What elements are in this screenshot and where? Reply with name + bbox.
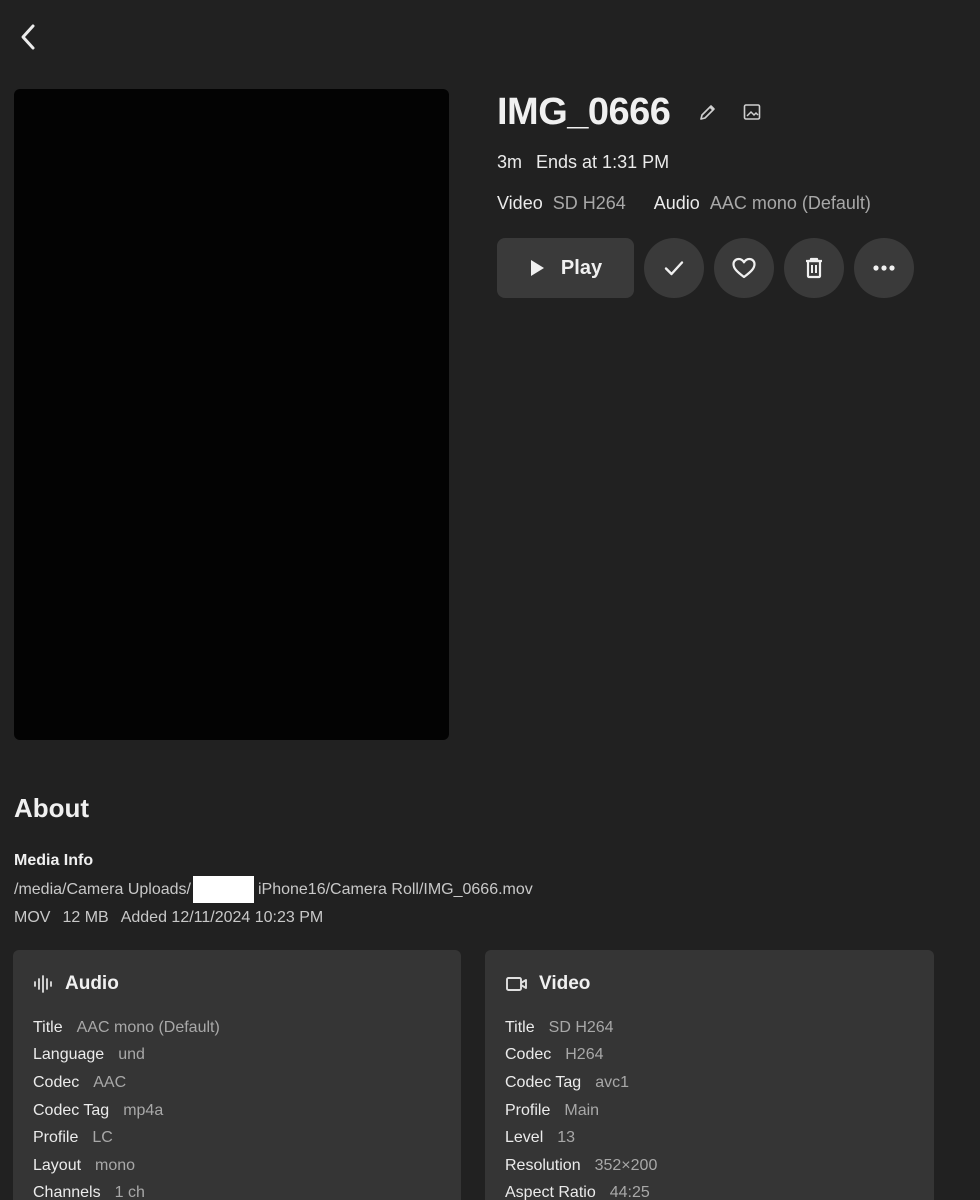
table-row: Codec Tag mp4a [33,1097,441,1125]
media-info-heading: Media Info [14,852,94,869]
table-row: Title AAC mono (Default) [33,1014,441,1042]
delete-button[interactable] [784,238,844,298]
waveform-icon [34,975,52,993]
row-value: avc1 [595,1073,629,1091]
pencil-icon [700,105,716,120]
row-value: 13 [557,1129,576,1147]
audio-stream-value: AAC mono (Default) [709,193,871,213]
runtime: 3m [497,152,523,172]
row-value: und [118,1046,145,1064]
row-key: Profile [505,1101,551,1119]
table-row: Layout mono [33,1152,441,1180]
video-stream-card: Video Title SD H264 Codec H264 Codec Tag av… [485,950,934,1200]
edit-images-button[interactable] [736,96,768,128]
row-key: Codec Tag [505,1073,582,1091]
row-key: Aspect Ratio [505,1184,596,1200]
file-path-start: /media/Camera Uploads/ [14,880,191,898]
row-value: AAC mono (Default) [76,1018,220,1036]
audio-rows: Title AAC mono (Default) Language und Code… [33,1014,441,1200]
video-poster[interactable] [14,89,449,740]
row-value: 1 ch [114,1184,145,1200]
image-icon [744,104,761,120]
row-key: Codec [33,1073,80,1091]
row-key: Codec Tag [33,1101,110,1119]
edit-button[interactable] [692,96,724,128]
file-path-end: iPhone16/Camera Roll/IMG_0666.mov [257,880,533,898]
file-path: /media/Camera Uploads/ iPhone16/Camera R… [14,876,914,903]
mark-played-button[interactable] [644,238,704,298]
row-value: 44:25 [609,1184,650,1200]
date-added: Added 12/11/2024 10:23 PM [120,909,324,926]
table-row: Codec Tag avc1 [505,1069,914,1097]
end-time: Ends at 1:31 PM [536,152,670,172]
table-row: Language und [33,1042,441,1070]
row-key: Language [33,1046,105,1064]
row-key: Codec [505,1046,552,1064]
play-label: Play [560,256,603,279]
file-size: 12 MB [62,909,109,926]
table-row: Level 13 [505,1124,914,1152]
video-rows: Title SD H264 Codec H264 Codec Tag avc1 Pro… [505,1014,914,1200]
favorite-button[interactable] [714,238,774,298]
play-icon [530,260,544,276]
table-row: Title SD H264 [505,1014,914,1042]
chevron-left-icon [21,24,35,50]
row-key: Channels [33,1184,101,1200]
row-key: Title [505,1018,535,1036]
video-stream-value: SD H264 [552,193,626,213]
play-button[interactable]: Play [497,238,634,298]
table-row: Channels 1 ch [33,1180,441,1200]
row-key: Level [505,1129,544,1147]
item-details: IMG_0666 3m Ends at 1:31 PM Video SD H26… [497,88,967,298]
more-icon [873,265,895,271]
table-row: Codec AAC [33,1069,441,1097]
row-value: LC [92,1129,113,1147]
media-info: Media Info /media/Camera Uploads/ iPhone… [14,852,914,927]
table-row: Aspect Ratio 44:25 [505,1180,914,1200]
heart-icon [732,257,756,279]
row-value: mp4a [123,1101,164,1119]
file-meta: MOV 12 MB Added 12/11/2024 10:23 PM [14,909,914,927]
row-key: Title [33,1018,63,1036]
table-row: Profile LC [33,1124,441,1152]
row-value: H264 [565,1046,604,1064]
video-camera-icon [506,977,527,991]
audio-stream-card: Audio Title AAC mono (Default) Language un… [13,950,461,1200]
container-format: MOV [14,909,51,926]
audio-card-title: Audio [65,973,119,994]
video-stream-label: Video [497,193,543,213]
action-bar: Play [497,238,967,298]
row-value: SD H264 [548,1018,614,1036]
more-button[interactable] [854,238,914,298]
audio-stream-label: Audio [653,193,700,213]
row-value: Main [564,1101,600,1119]
item-details-page: IMG_0666 3m Ends at 1:31 PM Video SD H26… [0,0,980,1200]
runtime-line: 3m Ends at 1:31 PM [497,152,967,173]
row-value: AAC [93,1073,127,1091]
table-row: Resolution 352×200 [505,1152,914,1180]
item-title: IMG_0666 [497,90,671,133]
row-key: Layout [33,1156,82,1174]
media-streams-line: Video SD H264 Audio AAC mono (Default) [497,193,967,214]
row-key: Profile [33,1129,79,1147]
check-icon [664,261,684,276]
table-row: Codec H264 [505,1042,914,1070]
redacted-block [192,876,254,903]
row-key: Resolution [505,1156,581,1174]
video-card-title: Video [539,973,591,994]
row-value: 352×200 [594,1156,658,1174]
about-heading: About [14,793,90,823]
table-row: Profile Main [505,1097,914,1125]
back-button[interactable] [12,20,44,54]
trash-icon [806,257,822,279]
row-value: mono [95,1156,136,1174]
